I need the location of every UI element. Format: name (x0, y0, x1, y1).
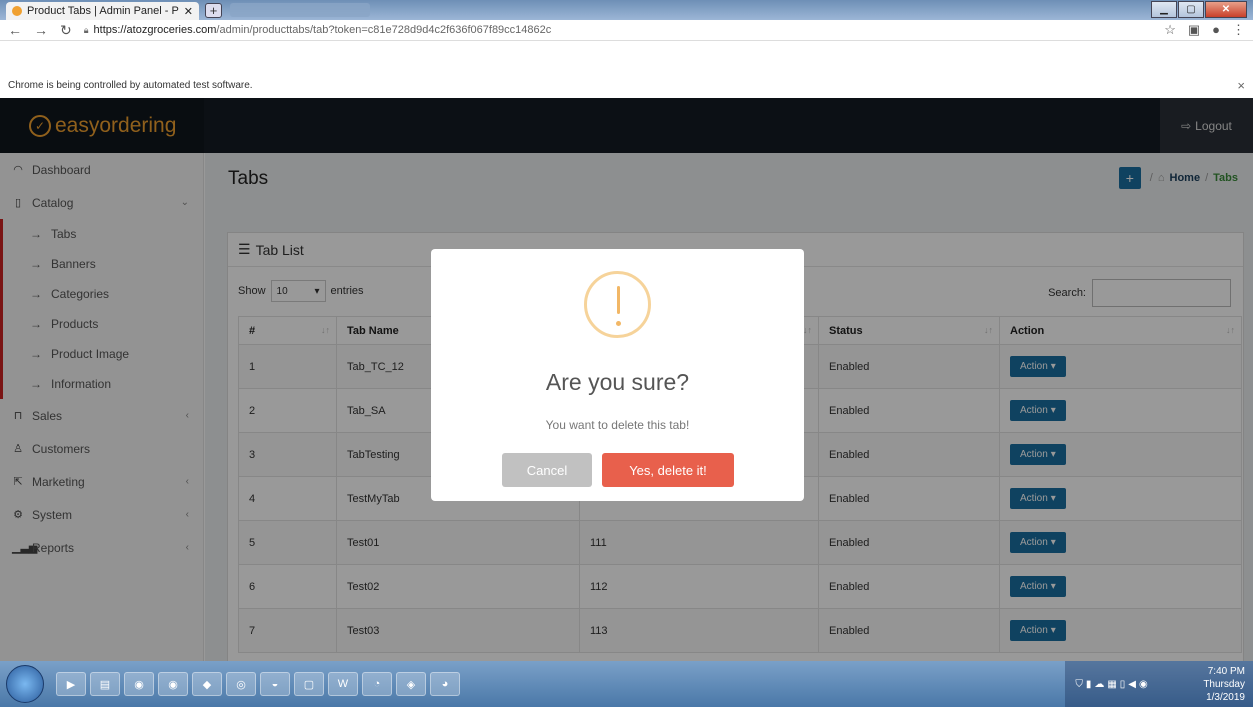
dialog-title: Are you sure? (545, 369, 690, 395)
start-button[interactable] (6, 665, 44, 703)
system-tray: ⛉ ▮ ☁ ▦ ▯ ◀ ◉ 7:40 PM Thursday 1/3/2019 (1065, 661, 1253, 707)
browser-tab[interactable]: Product Tabs | Admin Panel - Po ✕ (6, 2, 199, 20)
disc-icon[interactable]: ◒ (260, 672, 290, 696)
firefox-icon[interactable]: ◉ (124, 672, 154, 696)
tray-icons: ⛉ ▮ ☁ ▦ ▯ ◀ ◉ (1075, 679, 1195, 690)
clock-date: 1/3/2019 (1206, 691, 1245, 703)
warning-icon (584, 271, 651, 338)
window-icon[interactable]: ▢ (294, 672, 324, 696)
window-close-button[interactable]: ✕ (1205, 1, 1247, 18)
cancel-button[interactable]: Cancel (502, 453, 592, 487)
minimize-button[interactable]: ▁ (1151, 1, 1177, 18)
url-field[interactable]: 🔒︎ https://atozgroceries.com/admin/produ… (84, 24, 1152, 36)
window-controls: ▁ ▢ ✕ (1151, 1, 1247, 18)
firefox-dev-icon[interactable]: ◉ (158, 672, 188, 696)
favicon-icon (12, 6, 22, 16)
dialog-message: You want to delete this tab! (545, 418, 690, 432)
confirm-delete-dialog: Are you sure? You want to delete this ta… (431, 249, 804, 501)
close-tab-icon[interactable]: ✕ (184, 5, 193, 18)
infobar-text: Chrome is being controlled by automated … (8, 79, 253, 91)
maximize-button[interactable]: ▢ (1178, 1, 1204, 18)
network-icon[interactable]: ◎ (226, 672, 256, 696)
volume-icon[interactable]: ◀ (1128, 679, 1136, 690)
chrome-active-icon[interactable]: ◕ (430, 672, 460, 696)
infobar-close-icon[interactable]: × (1237, 78, 1245, 93)
app-tray-icon[interactable]: ▦ (1107, 679, 1116, 690)
clock-time: 7:40 PM (1207, 665, 1245, 677)
word-icon[interactable]: W (328, 672, 358, 696)
cloud-icon[interactable]: ☁ (1094, 679, 1104, 690)
chrome-icon[interactable]: ◔ (362, 672, 392, 696)
browser-titlebar: Product Tabs | Admin Panel - Po ✕ + ▁ ▢ … (0, 0, 1253, 20)
taskbar-apps: ▶ ▤ ◉ ◉ ◆ ◎ ◒ ▢ W ◔ ◈ ◕ (56, 672, 460, 696)
url-host: https://atozgroceries.com (93, 24, 217, 36)
bookmark-star-icon[interactable]: ☆ (1164, 22, 1176, 38)
battery-icon[interactable]: ▯ (1120, 679, 1126, 690)
lock-icon: 🔒︎ (83, 24, 89, 35)
new-tab-button[interactable]: + (205, 3, 222, 18)
network-tray-icon[interactable]: ◉ (1139, 679, 1148, 690)
back-icon[interactable]: ← (8, 22, 22, 38)
menu-kebab-icon[interactable]: ⋮ (1232, 22, 1245, 38)
media-player-icon[interactable]: ▶ (56, 672, 86, 696)
reload-icon[interactable]: ↻ (60, 22, 72, 39)
browser-tab-blurred[interactable] (230, 3, 370, 17)
address-bar: ← → ↻ 🔒︎ https://atozgroceries.com/admin… (0, 20, 1253, 41)
app-icon[interactable]: ◆ (192, 672, 222, 696)
url-path: /admin/producttabs/tab?token=c81e728d9d4… (216, 24, 552, 36)
extension-icon[interactable]: ▣ (1188, 22, 1200, 38)
automation-infobar: Chrome is being controlled by automated … (0, 72, 1253, 98)
address-bar-spacer (0, 41, 1253, 72)
explorer-icon[interactable]: ▤ (90, 672, 120, 696)
clock-day: Thursday (1203, 678, 1245, 690)
shield-icon[interactable]: ⛉ (1075, 679, 1083, 690)
browser-tab-title: Product Tabs | Admin Panel - Po (27, 5, 179, 17)
forward-icon[interactable]: → (34, 22, 48, 38)
confirm-delete-button[interactable]: Yes, delete it! (602, 453, 734, 487)
taskbar-clock[interactable]: 7:40 PM Thursday 1/3/2019 (1203, 665, 1245, 704)
app-red-icon[interactable]: ◈ (396, 672, 426, 696)
lock-icon[interactable]: ▮ (1086, 679, 1092, 690)
profile-icon[interactable]: ● (1212, 22, 1220, 38)
windows-taskbar: ▶ ▤ ◉ ◉ ◆ ◎ ◒ ▢ W ◔ ◈ ◕ ⛉ ▮ ☁ ▦ ▯ ◀ ◉ 7:… (0, 661, 1253, 707)
